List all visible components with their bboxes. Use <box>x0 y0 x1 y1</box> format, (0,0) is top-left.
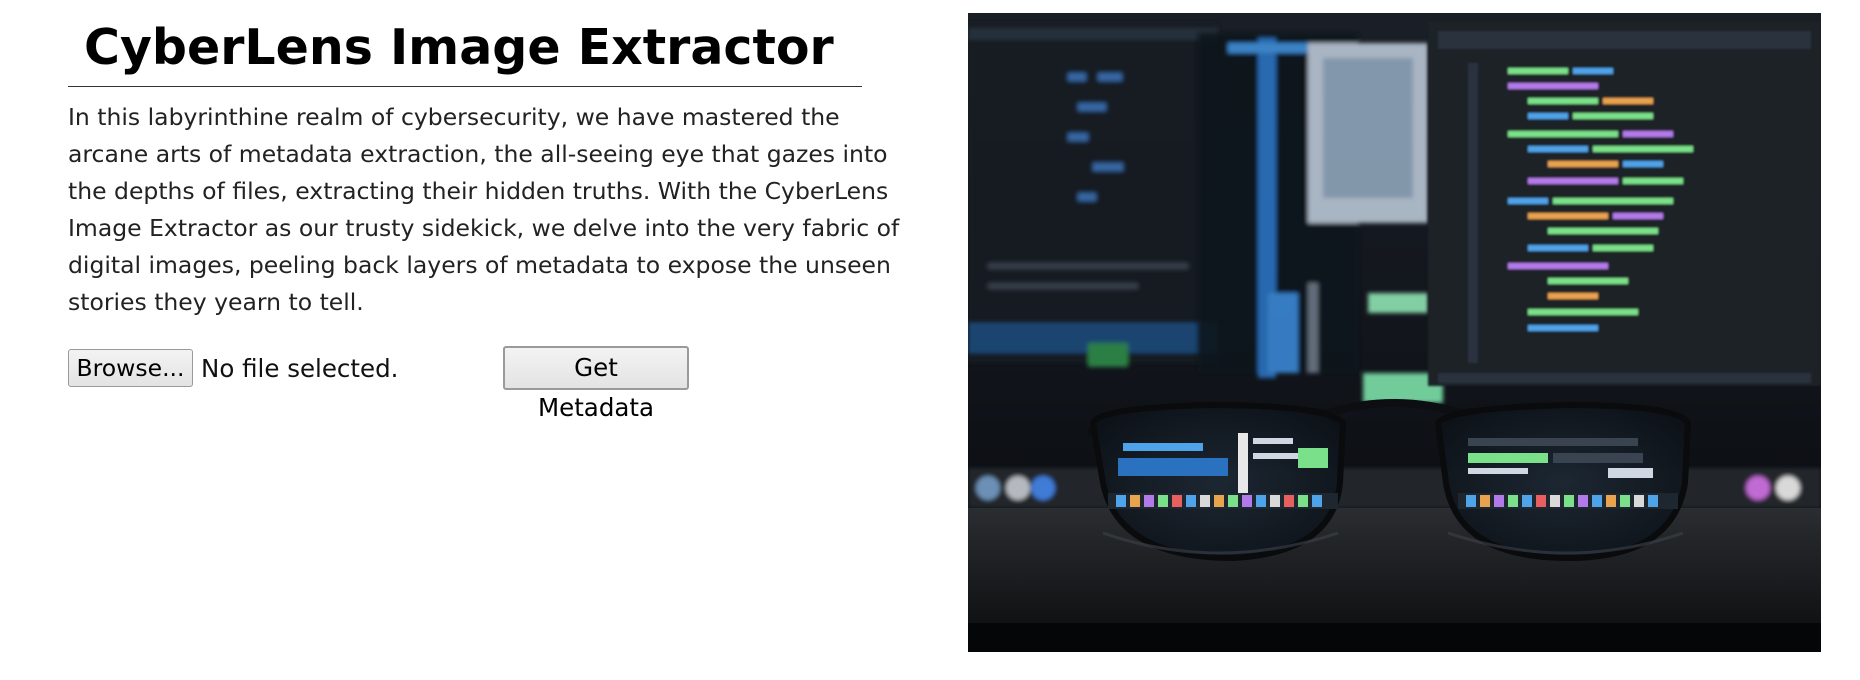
upload-form: Browse... No file selected. Get Metadata <box>68 346 918 422</box>
get-metadata-button[interactable]: Get Metadata <box>503 346 689 422</box>
browse-button[interactable]: Browse... <box>68 349 193 387</box>
file-status-text: No file selected. <box>201 353 399 383</box>
intro-paragraph: In this labyrinthine realm of cybersecur… <box>68 103 900 316</box>
left-panel: CyberLens Image Extractor In this labyri… <box>68 8 918 422</box>
page-title: CyberLens Image Extractor <box>68 16 862 87</box>
hero-image <box>968 13 1821 652</box>
glasses-code-photo <box>968 13 1821 652</box>
